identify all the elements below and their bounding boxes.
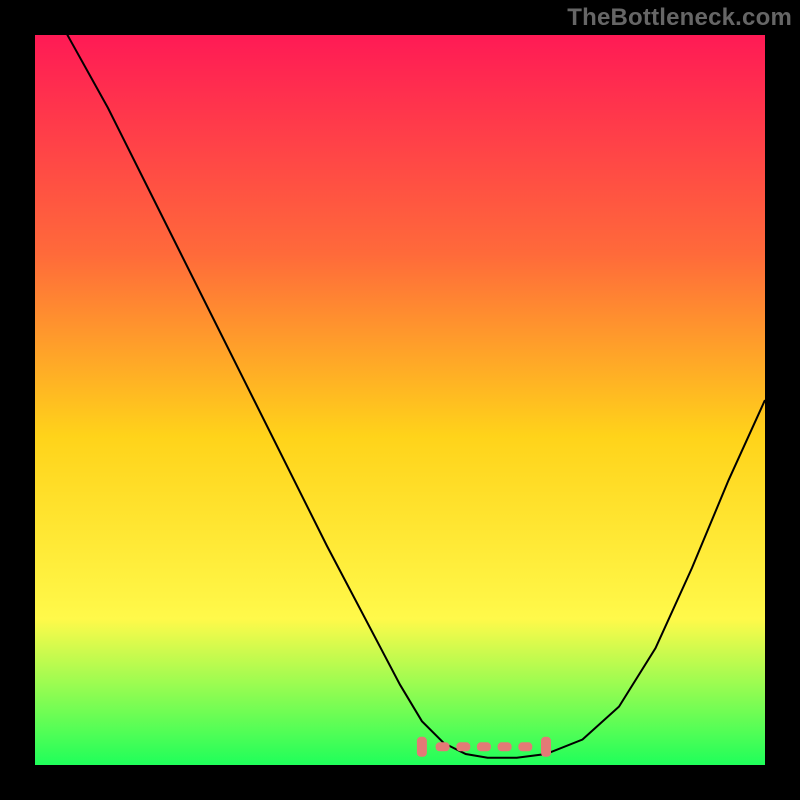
flat-marker	[456, 742, 470, 751]
flat-marker	[417, 737, 427, 757]
flat-marker	[498, 742, 512, 751]
flat-marker	[436, 742, 450, 751]
flat-marker	[518, 742, 532, 751]
watermark-text: TheBottleneck.com	[567, 4, 792, 32]
chart-frame: TheBottleneck.com	[0, 0, 800, 800]
plot-svg	[35, 35, 765, 765]
plot-area	[35, 35, 765, 765]
flat-marker	[477, 742, 491, 751]
gradient-background	[35, 35, 765, 765]
flat-marker	[541, 737, 551, 757]
